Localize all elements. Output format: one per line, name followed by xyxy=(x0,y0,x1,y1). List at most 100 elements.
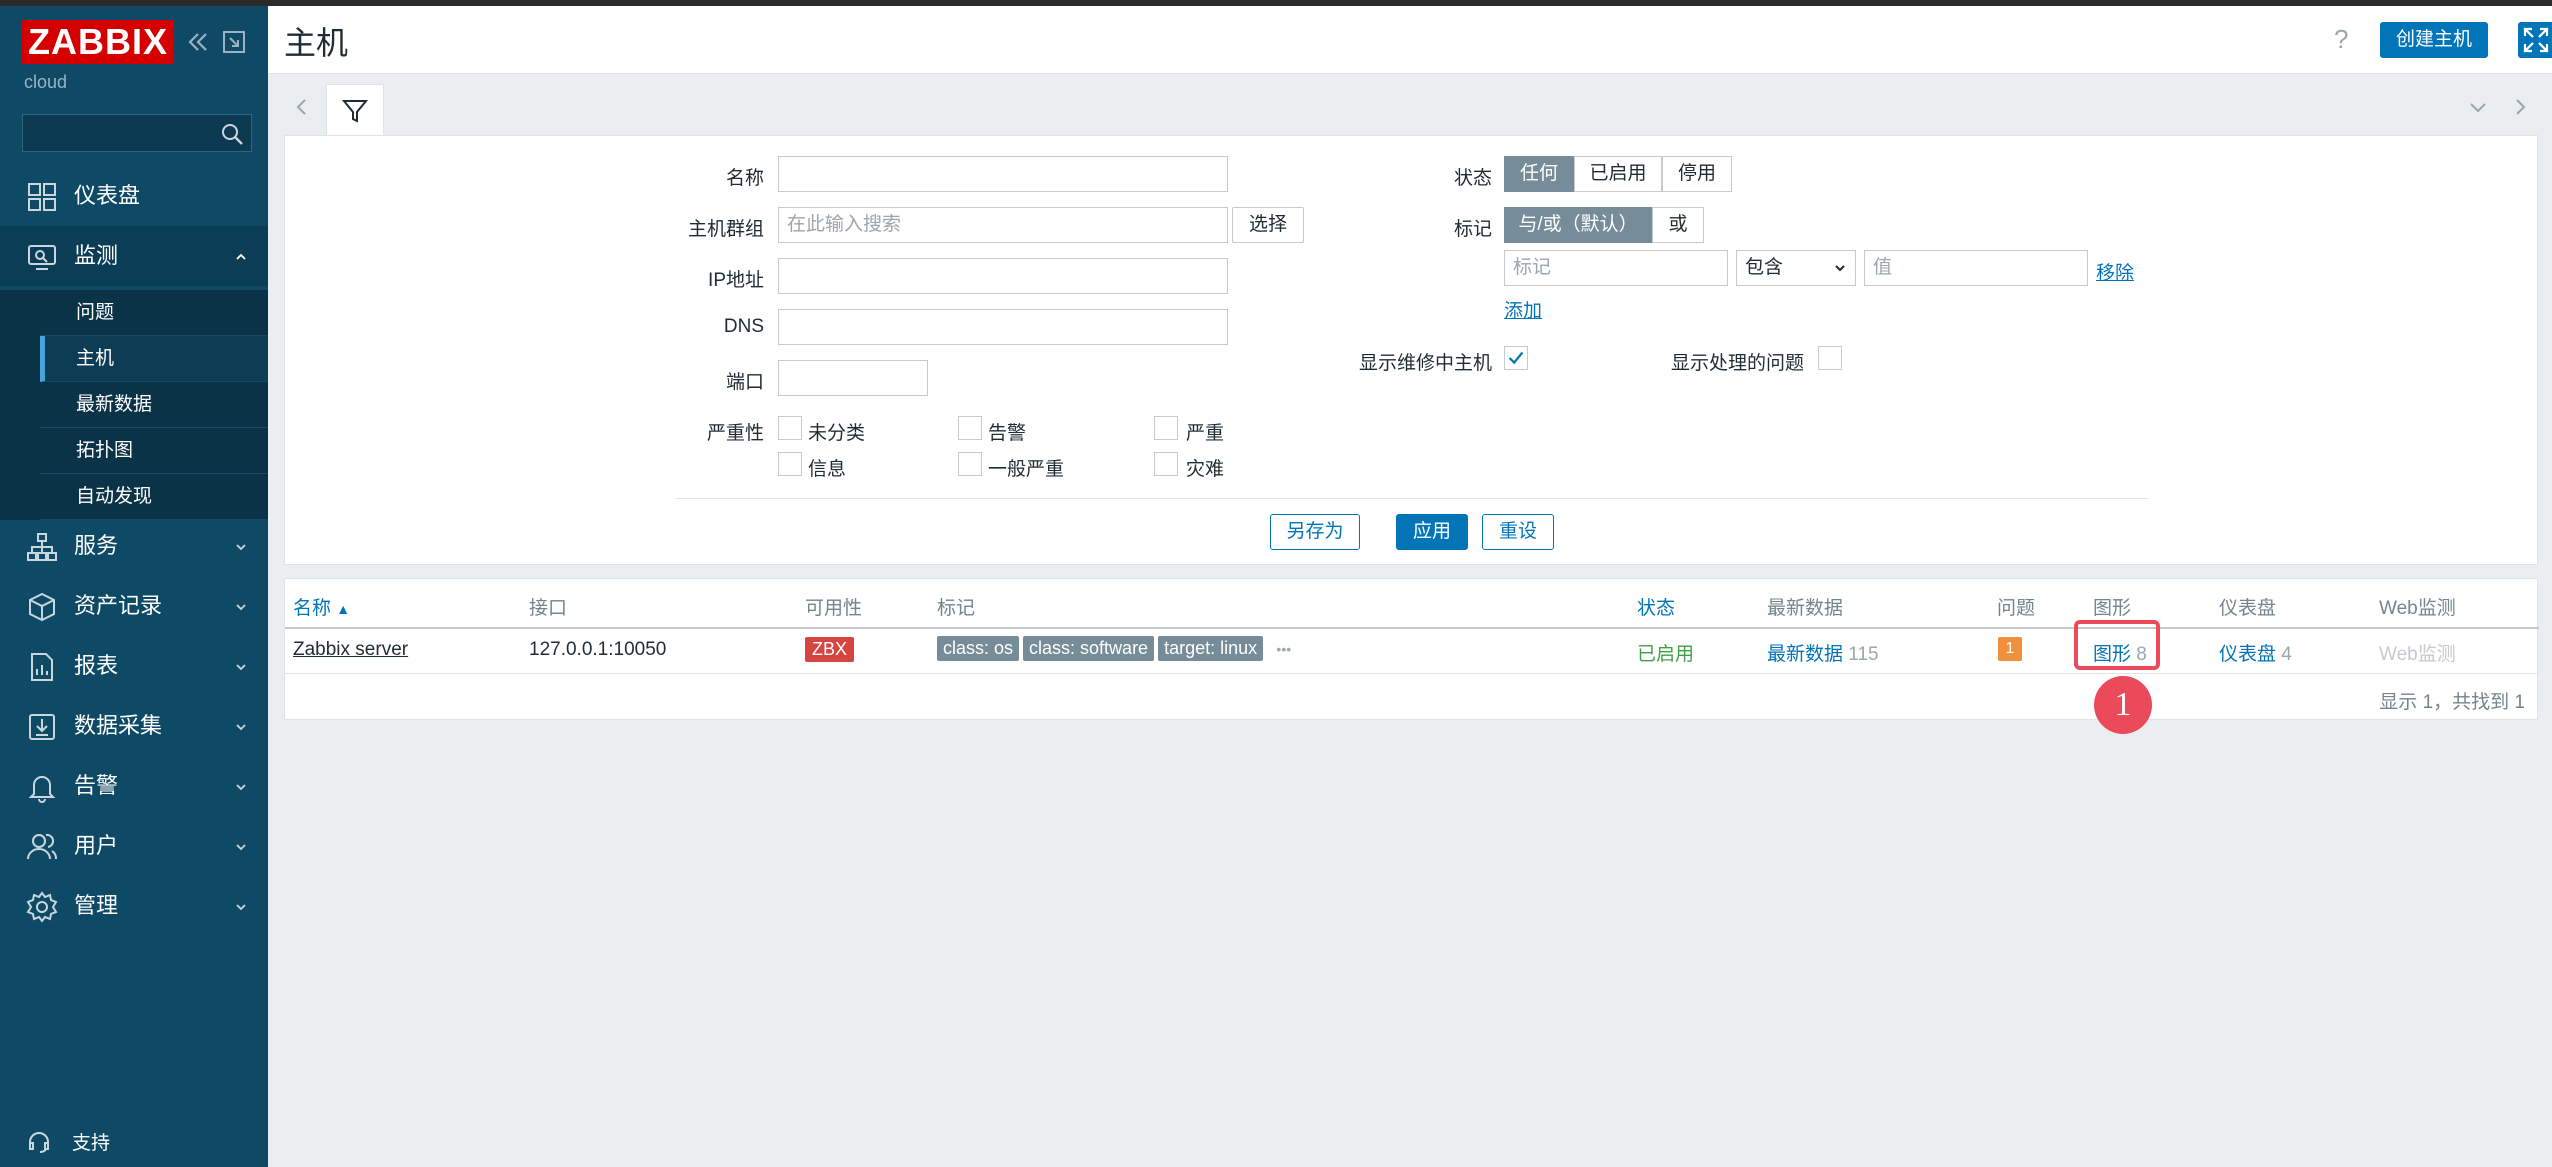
sidebar-item-dashboards[interactable]: 仪表盘 xyxy=(0,166,268,226)
severity-average-checkbox[interactable] xyxy=(958,452,982,476)
latest-data-count: 115 xyxy=(1848,644,1879,665)
help-icon[interactable]: ? xyxy=(2334,24,2348,55)
host-tags: class: os class: software target: linux ••… xyxy=(937,636,1291,661)
header-divider xyxy=(285,627,2539,629)
submenu-item-problems[interactable]: 问题 xyxy=(40,290,268,336)
column-header-tags: 标记 xyxy=(937,598,976,619)
page-header: 主机 ? 创建主机 xyxy=(268,6,2552,74)
show-suppressed-label: 显示处理的问题 xyxy=(1670,353,1804,374)
sidebar-item-users[interactable]: 用户 xyxy=(0,816,268,876)
column-header-status[interactable]: 状态 xyxy=(1637,593,1675,620)
tag-badge[interactable]: class: os xyxy=(937,636,1020,661)
name-input[interactable] xyxy=(778,156,1228,192)
dashboards-count: 4 xyxy=(2281,644,2292,665)
tags-label: 标记 xyxy=(1453,219,1492,240)
filter-tab[interactable] xyxy=(326,84,384,136)
chevron-down-icon xyxy=(236,604,246,611)
column-header-availability: 可用性 xyxy=(805,598,863,619)
severity-high-checkbox[interactable] xyxy=(1154,416,1178,440)
tag-badge[interactable]: class: software xyxy=(1023,636,1155,661)
severity-option-label: 告警 xyxy=(988,423,1027,444)
row-divider xyxy=(285,673,2539,674)
severity-disaster-checkbox[interactable] xyxy=(1154,452,1178,476)
sort-asc-icon: ▲ xyxy=(336,601,351,617)
status-any-option[interactable]: 任何 xyxy=(1504,156,1574,192)
sidebar-item-label: 数据采集 xyxy=(74,713,163,738)
tags-or-option[interactable]: 或 xyxy=(1652,207,1704,243)
latest-data-link[interactable]: 最新数据 xyxy=(1767,644,1843,665)
problem-count-badge[interactable]: 1 xyxy=(1998,637,2022,661)
dashboards-cell: 仪表盘 4 xyxy=(2219,639,2292,666)
instance-name: cloud xyxy=(24,72,68,92)
dashboards-link[interactable]: 仪表盘 xyxy=(2219,644,2276,665)
collapse-sidebar-icon[interactable] xyxy=(184,28,212,56)
page-title: 主机 xyxy=(284,25,349,61)
column-header-name[interactable]: 名称 ▲ xyxy=(293,593,350,620)
tags-and-or-option[interactable]: 与/或（默认） xyxy=(1504,207,1652,243)
ip-input[interactable] xyxy=(778,258,1228,294)
apply-button[interactable]: 应用 xyxy=(1396,514,1468,550)
column-header-latest-data: 最新数据 xyxy=(1767,598,1844,619)
sidebar-item-services[interactable]: 服务 xyxy=(0,516,268,576)
chevron-up-icon xyxy=(236,253,246,260)
tag-add-link[interactable]: 添加 xyxy=(1504,296,1542,323)
chevron-down-icon xyxy=(236,724,246,731)
sidebar-item-label: 仪表盘 xyxy=(74,183,141,208)
host-name-link[interactable]: Zabbix server xyxy=(293,639,408,661)
highlight-box xyxy=(2074,620,2160,670)
fullscreen-button[interactable] xyxy=(2518,22,2552,58)
severity-label: 严重性 xyxy=(706,423,764,444)
tabs-next-arrow-icon[interactable] xyxy=(2508,95,2532,119)
save-as-button[interactable]: 另存为 xyxy=(1270,514,1360,550)
web-monitoring-cell: Web监测 xyxy=(2379,644,2456,665)
sidebar-item-monitoring[interactable]: 监测 xyxy=(0,226,268,286)
sidebar-item-reports[interactable]: 报表 xyxy=(0,636,268,696)
host-status[interactable]: 已启用 xyxy=(1637,639,1694,666)
tag-value-input[interactable]: 值 xyxy=(1864,250,2088,286)
zabbix-logo[interactable]: ZABBIX xyxy=(22,20,174,64)
sidebar-item-data-collection[interactable]: 数据采集 xyxy=(0,696,268,756)
tabs-collapse-icon[interactable] xyxy=(2466,95,2490,119)
hostgroup-select-button[interactable]: 选择 xyxy=(1232,207,1304,243)
sidebar-item-label: 报表 xyxy=(74,653,119,678)
status-disabled-option[interactable]: 停用 xyxy=(1662,156,1732,192)
status-enabled-option[interactable]: 已启用 xyxy=(1574,156,1662,192)
show-suppressed-checkbox[interactable] xyxy=(1818,346,1842,370)
submenu-item-discovery[interactable]: 自动发现 xyxy=(40,474,268,520)
tag-name-input[interactable]: 标记 xyxy=(1504,250,1728,286)
tag-operator-select[interactable]: 包含 xyxy=(1736,250,1856,286)
tabs-prev-arrow-icon[interactable] xyxy=(290,95,314,119)
submenu-item-latest-data[interactable]: 最新数据 xyxy=(40,382,268,428)
port-label: 端口 xyxy=(725,372,764,393)
sidebar-search-input[interactable] xyxy=(22,114,252,152)
kiosk-mode-icon[interactable] xyxy=(220,28,248,56)
reset-button[interactable]: 重设 xyxy=(1482,514,1554,550)
reports-icon xyxy=(31,653,53,681)
severity-option-label: 灾难 xyxy=(1186,459,1225,480)
severity-information-checkbox[interactable] xyxy=(778,452,802,476)
column-header-dashboards: 仪表盘 xyxy=(2219,598,2277,619)
dns-input[interactable] xyxy=(778,309,1228,345)
more-tags-icon[interactable]: ••• xyxy=(1276,641,1291,657)
create-host-button[interactable]: 创建主机 xyxy=(2380,22,2488,58)
show-maintenance-checkbox[interactable] xyxy=(1504,346,1528,370)
tag-remove-link[interactable]: 移除 xyxy=(2096,258,2134,285)
severity-warning-checkbox[interactable] xyxy=(958,416,982,440)
support-link[interactable]: 支持 xyxy=(26,1128,110,1155)
tag-badge[interactable]: target: linux xyxy=(1158,636,1264,661)
port-input[interactable] xyxy=(778,360,928,396)
hostgroup-label: 主机群组 xyxy=(687,219,764,240)
sidebar-item-inventory[interactable]: 资产记录 xyxy=(0,576,268,636)
submenu-item-maps[interactable]: 拓扑图 xyxy=(40,428,268,474)
submenu-item-hosts[interactable]: 主机 xyxy=(40,336,268,382)
hostgroup-input[interactable]: 在此输入搜索 xyxy=(778,207,1228,243)
sidebar-item-administration[interactable]: 管理 xyxy=(0,876,268,936)
filter-divider xyxy=(676,498,2148,499)
availability-badge[interactable]: ZBX xyxy=(805,637,855,662)
sidebar-item-label: 资产记录 xyxy=(74,593,163,618)
search-icon[interactable] xyxy=(219,121,245,147)
sidebar-item-alerts[interactable]: 告警 xyxy=(0,756,268,816)
severity-not-classified-checkbox[interactable] xyxy=(778,416,802,440)
severity-option-label: 一般严重 xyxy=(988,459,1065,480)
column-header-problems: 问题 xyxy=(1997,598,2036,619)
